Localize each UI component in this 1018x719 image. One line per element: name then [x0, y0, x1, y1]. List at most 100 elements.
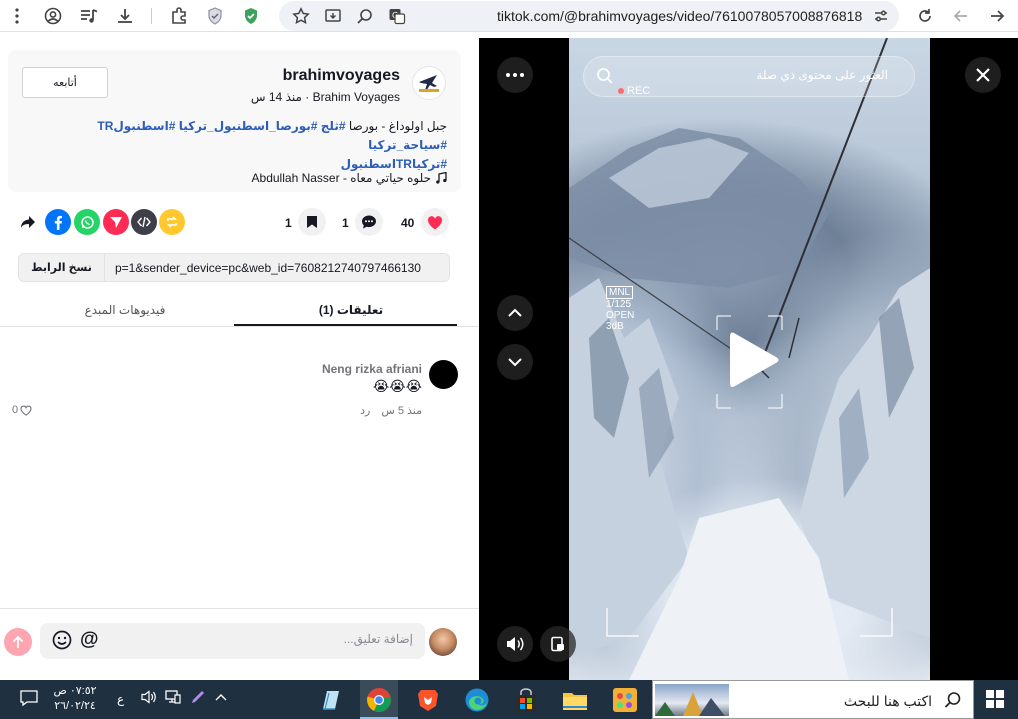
- play-button[interactable]: [726, 329, 782, 391]
- adguard-icon[interactable]: [239, 4, 263, 28]
- reload-icon[interactable]: [913, 4, 937, 28]
- tray-network-icon[interactable]: [165, 690, 181, 704]
- copy-link-button[interactable]: نسخ الرابط: [19, 254, 105, 281]
- post-comment-button[interactable]: [4, 628, 32, 656]
- related-search-placeholder[interactable]: العثور على محتوى ذي صلة: [756, 68, 888, 82]
- emoji-icon[interactable]: [52, 630, 72, 650]
- clock-date: ٢٦/٠٢/٢٤: [54, 700, 96, 712]
- commenter-name[interactable]: Neng rizka afriani: [322, 362, 422, 376]
- commenter-avatar[interactable]: [429, 360, 458, 389]
- tabs-divider: [0, 326, 479, 327]
- chevron-up-icon: [508, 308, 522, 317]
- download-icon[interactable]: [113, 4, 137, 28]
- facebook-share-button[interactable]: [45, 209, 71, 235]
- comment-meta: منذ 5 س رد: [360, 404, 422, 417]
- post-info-card: أتابعه brahimvoyages Brahim Voyages · من…: [8, 50, 461, 192]
- share-link-box: نسخ الرابط p=1&sender_device=pc&web_id=7…: [18, 253, 450, 282]
- cam-gain: 3dB: [606, 321, 624, 332]
- tray-chevron-up-icon[interactable]: [214, 692, 228, 702]
- camera-settings: MNL 1/125 OPEN 3dB: [606, 286, 634, 332]
- shield-extension-icon[interactable]: [203, 4, 227, 28]
- mention-icon[interactable]: @: [80, 629, 99, 651]
- close-video-button[interactable]: [965, 57, 1001, 93]
- author-avatar[interactable]: [412, 66, 446, 100]
- taskbar-app-game-icon[interactable]: [612, 687, 638, 713]
- taskbar-brave-icon[interactable]: [415, 687, 441, 713]
- tray-clock[interactable]: ٠٧:٥٢ ص ٢٦/٠٢/٢٤: [52, 684, 98, 714]
- comment-button[interactable]: [355, 208, 383, 236]
- author-display-name[interactable]: Brahim Voyages: [313, 90, 400, 104]
- forward-icon[interactable]: [949, 4, 973, 28]
- code-icon: [137, 216, 151, 228]
- dot-separator: ·: [301, 90, 310, 104]
- follow-button[interactable]: أتابعه: [22, 67, 108, 98]
- cam-shutter: 1/125: [606, 299, 632, 310]
- taskbar-file-explorer-icon[interactable]: [562, 687, 588, 713]
- repost-button[interactable]: [159, 209, 185, 235]
- post-description: جبل اولوداغ - بورصا #ثلج #بورصا_اسطنبول_…: [27, 117, 447, 174]
- volume-icon: [507, 637, 524, 651]
- tray-language-indicator[interactable]: ع: [117, 692, 124, 706]
- back-icon[interactable]: [985, 4, 1009, 28]
- tab-creator-videos[interactable]: فيديوهات المبدع: [8, 294, 242, 326]
- tab-comments[interactable]: (1) تعليقات: [234, 294, 468, 326]
- taskbar-notepad-icon[interactable]: [317, 687, 343, 713]
- video-search-icon: [596, 67, 614, 85]
- reply-button[interactable]: رد: [360, 405, 370, 417]
- volume-button[interactable]: [497, 626, 533, 662]
- embed-button[interactable]: [131, 209, 157, 235]
- extensions-icon[interactable]: [167, 4, 191, 28]
- browser-toolbar: G tiktok.com/@brahimvoyages/video/761007…: [0, 0, 1018, 32]
- translate-icon[interactable]: G: [385, 4, 409, 28]
- menu-dots-icon[interactable]: [5, 4, 29, 28]
- music-info[interactable]: حلوه حياتي معاه - Abdullah Nasser: [252, 171, 447, 185]
- save-button[interactable]: [298, 208, 326, 236]
- comment-like-button[interactable]: 0: [12, 404, 32, 416]
- zoom-icon[interactable]: [353, 4, 377, 28]
- heart-icon: [427, 215, 443, 229]
- search-highlight-image[interactable]: [655, 684, 729, 716]
- close-icon: [976, 68, 990, 82]
- active-tab-indicator: [234, 324, 457, 326]
- hashtags-line-2[interactable]: #تركياTRاسطنبول: [341, 157, 447, 171]
- site-settings-icon[interactable]: [869, 4, 893, 28]
- media-control-icon[interactable]: [77, 4, 101, 28]
- taskbar-search-placeholder[interactable]: اكتب هنا للبحث: [844, 693, 932, 710]
- clock-time: ٠٧:٥٢ ص: [53, 685, 97, 697]
- heart-outline-icon: [20, 405, 32, 416]
- like-button[interactable]: [421, 208, 449, 236]
- more-dots-icon: [506, 73, 524, 77]
- comment-input-box[interactable]: @: [40, 623, 425, 659]
- bookmark-star-icon[interactable]: [289, 4, 313, 28]
- share-link-text[interactable]: p=1&sender_device=pc&web_id=760821274079…: [115, 261, 421, 275]
- windows-start-icon[interactable]: [986, 690, 1004, 708]
- profile-icon[interactable]: [41, 4, 65, 28]
- cam-mode: MNL: [606, 286, 634, 299]
- author-subtitle: Brahim Voyages · منذ 14 س: [251, 90, 400, 104]
- url-text[interactable]: tiktok.com/@brahimvoyages/video/76100780…: [497, 8, 862, 24]
- miniplayer-button[interactable]: [540, 626, 576, 662]
- taskbar-search-icon: [944, 691, 962, 709]
- tray-volume-icon[interactable]: [141, 690, 157, 704]
- music-note-icon: [436, 172, 447, 184]
- repost-icon: [167, 216, 177, 228]
- taskbar-store-icon[interactable]: [513, 687, 539, 713]
- play-icon: [730, 332, 779, 387]
- send-to-friends-button[interactable]: [103, 209, 129, 235]
- tray-pen-icon[interactable]: [190, 689, 206, 705]
- taskbar-chrome-icon[interactable]: [366, 687, 392, 713]
- comment-input[interactable]: [163, 632, 413, 646]
- toolbar-divider: [151, 8, 152, 24]
- author-username[interactable]: brahimvoyages: [283, 67, 400, 85]
- comment-box-divider: [0, 608, 479, 609]
- my-avatar: [429, 628, 457, 656]
- whatsapp-share-button[interactable]: [74, 209, 100, 235]
- install-app-icon[interactable]: [321, 4, 345, 28]
- video-more-button[interactable]: [497, 57, 533, 93]
- more-share-icon[interactable]: [20, 215, 36, 229]
- notification-center-icon[interactable]: [20, 690, 38, 706]
- previous-video-button[interactable]: [497, 295, 533, 331]
- next-video-button[interactable]: [497, 344, 533, 380]
- taskbar-edge-icon[interactable]: [464, 687, 490, 713]
- comments-panel: أتابعه brahimvoyages Brahim Voyages · من…: [0, 38, 479, 680]
